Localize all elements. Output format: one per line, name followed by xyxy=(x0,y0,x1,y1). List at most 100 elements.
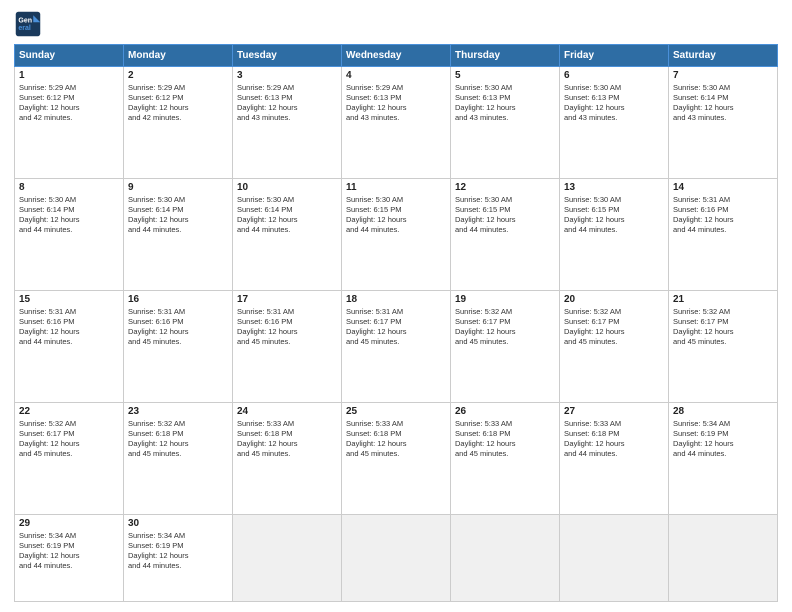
day-number: 7 xyxy=(673,70,773,81)
calendar-cell: 3Sunrise: 5:29 AMSunset: 6:13 PMDaylight… xyxy=(233,67,342,179)
calendar-cell xyxy=(342,515,451,602)
svg-text:eral: eral xyxy=(18,25,31,32)
calendar-cell: 7 Sunrise: 5:30 AMSunset: 6:14 PMDaylight… xyxy=(669,67,778,179)
day-info: Sunrise: 5:32 AMSunset: 6:17 PMDaylight:… xyxy=(19,419,119,460)
day-number: 27 xyxy=(564,406,664,417)
col-saturday: Saturday xyxy=(669,45,778,67)
calendar-cell: 1 Sunrise: 5:29 AMSunset: 6:12 PMDaylight… xyxy=(15,67,124,179)
day-info: Sunrise: 5:33 AMSunset: 6:18 PMDaylight:… xyxy=(346,419,446,460)
day-info: Sunrise: 5:30 AMSunset: 6:13 PMDaylight:… xyxy=(564,83,664,124)
calendar-cell: 2Sunrise: 5:29 AMSunset: 6:12 PMDaylight… xyxy=(124,67,233,179)
day-number: 2 xyxy=(128,70,228,81)
day-info: Sunrise: 5:32 AMSunset: 6:17 PMDaylight:… xyxy=(564,307,664,348)
calendar-cell: 9 Sunrise: 5:30 AMSunset: 6:14 PMDaylight… xyxy=(124,179,233,291)
calendar-cell: 23Sunrise: 5:32 AMSunset: 6:18 PMDayligh… xyxy=(124,403,233,515)
calendar-table: Sunday Monday Tuesday Wednesday Thursday… xyxy=(14,44,778,602)
calendar-cell: 6Sunrise: 5:30 AMSunset: 6:13 PMDaylight… xyxy=(560,67,669,179)
calendar-cell: 16 Sunrise: 5:31 AMSunset: 6:16 PMDayligh… xyxy=(124,291,233,403)
day-number: 1 xyxy=(19,70,119,81)
day-info: Sunrise: 5:29 AMSunset: 6:13 PMDaylight:… xyxy=(346,83,446,124)
day-number: 9 xyxy=(128,182,228,193)
day-info: Sunrise: 5:29 AMSunset: 6:12 PMDaylight:… xyxy=(19,83,119,124)
calendar-cell: 27 Sunrise: 5:33 AMSunset: 6:18 PMDayligh… xyxy=(560,403,669,515)
day-info: Sunrise: 5:30 AMSunset: 6:14 PMDaylight:… xyxy=(673,83,773,124)
day-number: 13 xyxy=(564,182,664,193)
calendar-cell: 13 Sunrise: 5:30 AMSunset: 6:15 PMDayligh… xyxy=(560,179,669,291)
calendar-cell: 4 Sunrise: 5:29 AMSunset: 6:13 PMDaylight… xyxy=(342,67,451,179)
day-info: Sunrise: 5:33 AMSunset: 6:18 PMDaylight:… xyxy=(237,419,337,460)
calendar-cell: 21 Sunrise: 5:32 AMSunset: 6:17 PMDayligh… xyxy=(669,291,778,403)
day-info: Sunrise: 5:31 AMSunset: 6:16 PMDaylight:… xyxy=(673,195,773,236)
col-friday: Friday xyxy=(560,45,669,67)
calendar-cell: 12 Sunrise: 5:30 AMSunset: 6:15 PMDayligh… xyxy=(451,179,560,291)
day-number: 15 xyxy=(19,294,119,305)
calendar-cell: 14 Sunrise: 5:31 AMSunset: 6:16 PMDayligh… xyxy=(669,179,778,291)
calendar-cell: 10 Sunrise: 5:30 AMSunset: 6:14 PMDayligh… xyxy=(233,179,342,291)
day-info: Sunrise: 5:30 AMSunset: 6:15 PMDaylight:… xyxy=(346,195,446,236)
day-number: 5 xyxy=(455,70,555,81)
col-monday: Monday xyxy=(124,45,233,67)
day-info: Sunrise: 5:32 AMSunset: 6:17 PMDaylight:… xyxy=(455,307,555,348)
calendar-cell xyxy=(451,515,560,602)
day-number: 20 xyxy=(564,294,664,305)
day-number: 8 xyxy=(19,182,119,193)
day-info: Sunrise: 5:34 AMSunset: 6:19 PMDaylight:… xyxy=(673,419,773,460)
calendar-cell: 22Sunrise: 5:32 AMSunset: 6:17 PMDayligh… xyxy=(15,403,124,515)
calendar-cell xyxy=(669,515,778,602)
calendar-cell xyxy=(560,515,669,602)
day-info: Sunrise: 5:31 AMSunset: 6:17 PMDaylight:… xyxy=(346,307,446,348)
day-number: 25 xyxy=(346,406,446,417)
calendar-cell: 8 Sunrise: 5:30 AMSunset: 6:14 PMDaylight… xyxy=(15,179,124,291)
week-row-1: 1 Sunrise: 5:29 AMSunset: 6:12 PMDaylight… xyxy=(15,67,778,179)
day-info: Sunrise: 5:34 AMSunset: 6:19 PMDaylight:… xyxy=(128,531,228,572)
calendar-cell: 5 Sunrise: 5:30 AMSunset: 6:13 PMDaylight… xyxy=(451,67,560,179)
day-number: 14 xyxy=(673,182,773,193)
day-number: 16 xyxy=(128,294,228,305)
day-number: 19 xyxy=(455,294,555,305)
day-info: Sunrise: 5:30 AMSunset: 6:15 PMDaylight:… xyxy=(564,195,664,236)
calendar-cell: 30 Sunrise: 5:34 AMSunset: 6:19 PMDayligh… xyxy=(124,515,233,602)
day-number: 26 xyxy=(455,406,555,417)
day-info: Sunrise: 5:31 AMSunset: 6:16 PMDaylight:… xyxy=(19,307,119,348)
day-info: Sunrise: 5:30 AMSunset: 6:14 PMDaylight:… xyxy=(19,195,119,236)
day-info: Sunrise: 5:34 AMSunset: 6:19 PMDaylight:… xyxy=(19,531,119,572)
day-info: Sunrise: 5:30 AMSunset: 6:15 PMDaylight:… xyxy=(455,195,555,236)
day-info: Sunrise: 5:30 AMSunset: 6:13 PMDaylight:… xyxy=(455,83,555,124)
calendar-cell: 26Sunrise: 5:33 AMSunset: 6:18 PMDayligh… xyxy=(451,403,560,515)
calendar-cell: 24 Sunrise: 5:33 AMSunset: 6:18 PMDayligh… xyxy=(233,403,342,515)
day-info: Sunrise: 5:30 AMSunset: 6:14 PMDaylight:… xyxy=(128,195,228,236)
day-number: 3 xyxy=(237,70,337,81)
calendar-cell: 25 Sunrise: 5:33 AMSunset: 6:18 PMDayligh… xyxy=(342,403,451,515)
day-info: Sunrise: 5:30 AMSunset: 6:14 PMDaylight:… xyxy=(237,195,337,236)
calendar-cell: 18 Sunrise: 5:31 AMSunset: 6:17 PMDayligh… xyxy=(342,291,451,403)
day-number: 24 xyxy=(237,406,337,417)
day-number: 12 xyxy=(455,182,555,193)
svg-text:Gen: Gen xyxy=(18,17,32,24)
calendar-cell xyxy=(233,515,342,602)
calendar-cell: 11Sunrise: 5:30 AMSunset: 6:15 PMDayligh… xyxy=(342,179,451,291)
calendar-cell: 17 Sunrise: 5:31 AMSunset: 6:16 PMDayligh… xyxy=(233,291,342,403)
calendar-cell: 15 Sunrise: 5:31 AMSunset: 6:16 PMDayligh… xyxy=(15,291,124,403)
day-number: 18 xyxy=(346,294,446,305)
day-number: 4 xyxy=(346,70,446,81)
day-number: 30 xyxy=(128,518,228,529)
day-number: 21 xyxy=(673,294,773,305)
col-sunday: Sunday xyxy=(15,45,124,67)
col-tuesday: Tuesday xyxy=(233,45,342,67)
day-info: Sunrise: 5:33 AMSunset: 6:18 PMDaylight:… xyxy=(564,419,664,460)
header: Gen eral xyxy=(14,10,778,38)
calendar-cell: 29 Sunrise: 5:34 AMSunset: 6:19 PMDayligh… xyxy=(15,515,124,602)
day-info: Sunrise: 5:31 AMSunset: 6:16 PMDaylight:… xyxy=(128,307,228,348)
calendar-cell: 19 Sunrise: 5:32 AMSunset: 6:17 PMDayligh… xyxy=(451,291,560,403)
day-info: Sunrise: 5:31 AMSunset: 6:16 PMDaylight:… xyxy=(237,307,337,348)
day-number: 28 xyxy=(673,406,773,417)
day-info: Sunrise: 5:32 AMSunset: 6:18 PMDaylight:… xyxy=(128,419,228,460)
day-number: 17 xyxy=(237,294,337,305)
day-number: 29 xyxy=(19,518,119,529)
week-row-5: 29 Sunrise: 5:34 AMSunset: 6:19 PMDayligh… xyxy=(15,515,778,602)
day-info: Sunrise: 5:32 AMSunset: 6:17 PMDaylight:… xyxy=(673,307,773,348)
day-number: 10 xyxy=(237,182,337,193)
calendar-cell: 28 Sunrise: 5:34 AMSunset: 6:19 PMDayligh… xyxy=(669,403,778,515)
logo-icon: Gen eral xyxy=(14,10,42,38)
week-row-3: 15 Sunrise: 5:31 AMSunset: 6:16 PMDayligh… xyxy=(15,291,778,403)
